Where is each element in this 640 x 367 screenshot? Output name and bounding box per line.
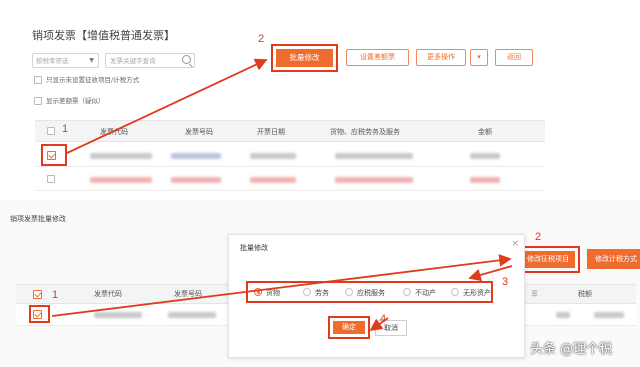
col-issue-date: 开票日期 [257,128,285,136]
step-2-label: 2 [535,231,542,243]
tax-rate-filter-select[interactable]: 按税率筛选 ▼ [32,53,99,68]
screenshot-composite: 销项发票【增值税普通发票】 按税率筛选 ▼ 发票关键字查询 只显示未设置征收项目… [0,0,640,367]
col-invoice-number: 发票号码 [174,290,202,298]
radio-labor[interactable]: 劳务 [303,288,329,298]
table-row[interactable] [35,168,545,191]
col-invoice-code: 发票代码 [100,128,128,136]
batch-page-title: 销项发票批量修改 [10,215,66,223]
col-amount: 金额 [478,128,492,136]
radio-goods[interactable]: 货物 [254,288,280,298]
confirm-button[interactable]: 确定 [328,316,370,339]
row-checkbox[interactable] [47,175,55,183]
select-all-checkbox-checked[interactable] [33,290,42,299]
selected-row-highlight [41,144,67,166]
table-row[interactable] [35,144,545,167]
show-diff-checkbox[interactable] [34,97,42,105]
selected-row-highlight [29,305,50,323]
step-2-label: 2 [258,33,265,45]
col-invoice-number: 发票号码 [185,128,213,136]
radio-real-estate[interactable]: 不动产 [403,288,436,298]
chevron-down-icon: ▼ [89,57,94,64]
modify-tax-method-button[interactable]: 修改计税方式 [587,249,640,269]
invoice-table: 发票代码 发票号码 开票日期 货物、应税劳务及服务 金额 [35,120,545,200]
batch-modify-dialog: 批量修改 × 货物 劳务 应税服务 不动产 无形资产 确定 取消 [228,234,525,358]
more-operations-button[interactable]: 更多操作 [416,49,466,66]
step-1-label: 1 [52,289,59,301]
back-button[interactable]: 返回 [495,49,533,66]
step-3-label: 3 [502,276,509,288]
table-header: 发票代码 发票号码 开票日期 货物、应税劳务及服务 金额 [35,120,545,142]
show-unset-checkbox[interactable] [34,76,42,84]
step-4-label: 4 [380,313,387,325]
close-icon[interactable]: × [511,239,519,249]
page-title: 销项发票【增值税普通发票】 [32,29,175,42]
col-goods-services: 货物、应税劳务及服务 [330,128,400,136]
col-rate: 率 [531,290,538,298]
show-unset-option[interactable]: 只显示未设置征收项目/计税方式 [34,76,139,85]
search-icon[interactable] [182,55,191,64]
more-operations-dropdown[interactable]: ▾ [470,49,488,66]
select-all-checkbox[interactable] [47,127,55,135]
col-tax-amount: 税额 [578,290,592,298]
set-diff-invoice-button[interactable]: 设置差额票 [346,49,409,66]
show-diff-option[interactable]: 显示差额票（疑似） [34,97,105,106]
radio-intangible-asset[interactable]: 无形资产 [451,288,491,298]
watermark: 头条 @理个税 [530,342,613,357]
dialog-title: 批量修改 [240,244,268,252]
batch-modify-button[interactable]: 批量修改 [271,44,338,72]
tax-item-radio-group: 货物 劳务 应税服务 不动产 无形资产 [246,281,493,303]
radio-taxable-service[interactable]: 应税服务 [345,288,385,298]
step-1-label: 1 [62,123,69,135]
sales-invoice-panel: 销项发票【增值税普通发票】 按税率筛选 ▼ 发票关键字查询 只显示未设置征收项目… [0,0,545,200]
invoice-search-input[interactable]: 发票关键字查询 [105,53,195,68]
modify-tax-item-button[interactable]: 修改征税项目 [516,246,580,273]
col-invoice-code: 发票代码 [94,290,122,298]
